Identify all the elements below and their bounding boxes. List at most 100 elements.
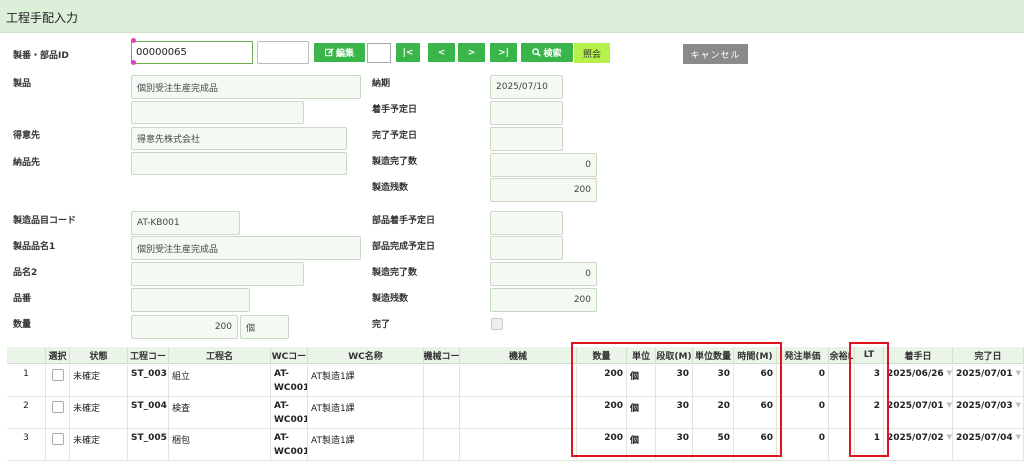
row-price[interactable]: 0 bbox=[777, 365, 829, 397]
mfg-remain-field[interactable]: 200 bbox=[490, 178, 597, 202]
part-start-field[interactable] bbox=[490, 211, 563, 235]
search-button[interactable]: 検索 bbox=[521, 43, 573, 62]
start-plan-field[interactable] bbox=[490, 101, 563, 125]
id-sub-input[interactable] bbox=[257, 41, 309, 64]
row-end-date[interactable]: 2025/07/04 ▼ bbox=[953, 429, 1024, 461]
item-name1-field[interactable]: 個別受注生産完成品 bbox=[131, 236, 361, 260]
mfg-done-field[interactable]: 0 bbox=[490, 153, 597, 177]
row-wc-name[interactable]: AT製造1課 bbox=[308, 365, 424, 397]
part-finish-field[interactable] bbox=[490, 236, 563, 260]
row-machine[interactable] bbox=[460, 365, 577, 397]
row-select-checkbox[interactable] bbox=[51, 433, 64, 445]
row-price[interactable]: 0 bbox=[777, 397, 829, 429]
row-wc-code[interactable]: AT-WC001 bbox=[271, 365, 308, 397]
qty-unit-field[interactable]: 個 bbox=[240, 315, 289, 339]
row-unit[interactable]: 個 bbox=[627, 365, 656, 397]
grid-header-mc-code[interactable]: 機械コー bbox=[424, 347, 460, 364]
row-qty[interactable]: 200 bbox=[577, 365, 627, 397]
grid-header-qty[interactable]: 数量 bbox=[577, 347, 627, 364]
grid-header-select[interactable]: 選択 bbox=[46, 347, 70, 364]
product-field-2[interactable] bbox=[131, 101, 304, 124]
grid-header-unit-qty[interactable]: 単位数量 bbox=[693, 347, 734, 364]
grid-header-setup[interactable]: 段取(M) bbox=[656, 347, 693, 364]
row-wc-name[interactable]: AT製造1課 bbox=[308, 397, 424, 429]
grid-header-wc-name[interactable]: WC名称 bbox=[308, 347, 424, 364]
customer-field[interactable]: 得意先株式会社 bbox=[131, 127, 347, 150]
product-field[interactable]: 個別受注生産完成品 bbox=[131, 75, 361, 99]
row-select-cell[interactable] bbox=[46, 365, 70, 397]
row-end-date[interactable]: 2025/07/03 ▼ bbox=[953, 397, 1024, 429]
grid-header-proc-name[interactable]: 工程名 bbox=[169, 347, 271, 364]
row-start-date[interactable]: 2025/06/26 ▼ bbox=[884, 365, 953, 397]
mfg-done2-field[interactable]: 0 bbox=[490, 262, 597, 286]
row-time[interactable]: 60 bbox=[734, 365, 777, 397]
row-proc-code[interactable]: ST_003 bbox=[128, 365, 169, 397]
row-select-checkbox[interactable] bbox=[51, 401, 64, 413]
row-price[interactable]: 0 bbox=[777, 429, 829, 461]
inquiry-button[interactable]: 照会 bbox=[574, 43, 610, 63]
blank-toggle[interactable] bbox=[367, 43, 391, 63]
row-start-date[interactable]: 2025/07/01 ▼ bbox=[884, 397, 953, 429]
row-unit-qty[interactable]: 50 bbox=[693, 429, 734, 461]
row-setup[interactable]: 30 bbox=[656, 397, 693, 429]
row-unit[interactable]: 個 bbox=[627, 429, 656, 461]
row-unit-qty[interactable]: 30 bbox=[693, 365, 734, 397]
edit-button[interactable]: 編集 bbox=[314, 43, 365, 62]
row-proc-name[interactable]: 梱包 bbox=[169, 429, 271, 461]
row-lt[interactable]: 1 bbox=[855, 429, 884, 461]
row-slack[interactable] bbox=[829, 365, 855, 397]
row-time[interactable]: 60 bbox=[734, 397, 777, 429]
row-time[interactable]: 60 bbox=[734, 429, 777, 461]
row-qty[interactable]: 200 bbox=[577, 429, 627, 461]
row-mc-code[interactable] bbox=[424, 365, 460, 397]
grid-header-price[interactable]: 発注単価 bbox=[777, 347, 829, 364]
grid-header-proc-code[interactable]: 工程コー bbox=[128, 347, 169, 364]
row-wc-code[interactable]: AT-WC001 bbox=[271, 429, 308, 461]
row-lt[interactable]: 3 bbox=[855, 365, 884, 397]
grid-header-machine[interactable]: 機械 bbox=[460, 347, 577, 364]
row-select-checkbox[interactable] bbox=[51, 369, 64, 381]
part-no-field[interactable] bbox=[131, 288, 250, 312]
row-setup[interactable]: 30 bbox=[656, 365, 693, 397]
id-input[interactable]: 00000065 bbox=[131, 41, 253, 64]
last-record-button[interactable]: >| bbox=[490, 43, 517, 62]
first-record-button[interactable]: |< bbox=[396, 43, 420, 62]
row-unit[interactable]: 個 bbox=[627, 397, 656, 429]
grid-header-end[interactable]: 完了日 bbox=[953, 347, 1024, 364]
row-lt[interactable]: 2 bbox=[855, 397, 884, 429]
grid-header-unit[interactable]: 単位 bbox=[627, 347, 656, 364]
grid-header-time[interactable]: 時間(M) bbox=[734, 347, 777, 364]
grid-header-status[interactable]: 状態 bbox=[70, 347, 128, 364]
row-wc-name[interactable]: AT製造1課 bbox=[308, 429, 424, 461]
row-qty[interactable]: 200 bbox=[577, 397, 627, 429]
row-proc-code[interactable]: ST_005 bbox=[128, 429, 169, 461]
grid-header-wc-code[interactable]: WCコー bbox=[271, 347, 308, 364]
row-mc-code[interactable] bbox=[424, 397, 460, 429]
row-machine[interactable] bbox=[460, 397, 577, 429]
row-unit-qty[interactable]: 20 bbox=[693, 397, 734, 429]
row-mc-code[interactable] bbox=[424, 429, 460, 461]
row-proc-name[interactable]: 組立 bbox=[169, 365, 271, 397]
row-setup[interactable]: 30 bbox=[656, 429, 693, 461]
row-machine[interactable] bbox=[460, 429, 577, 461]
grid-header-start[interactable]: 着手日 bbox=[884, 347, 953, 364]
mfg-remain2-field[interactable]: 200 bbox=[490, 288, 597, 312]
row-end-date[interactable]: 2025/07/01 ▼ bbox=[953, 365, 1024, 397]
grid-header-slack[interactable]: 余裕L bbox=[829, 347, 855, 364]
row-select-cell[interactable] bbox=[46, 429, 70, 461]
row-slack[interactable] bbox=[829, 429, 855, 461]
row-start-date[interactable]: 2025/07/02 ▼ bbox=[884, 429, 953, 461]
due-date-field[interactable]: 2025/07/10 bbox=[490, 75, 563, 99]
row-slack[interactable] bbox=[829, 397, 855, 429]
item-code-field[interactable]: AT-KB001 bbox=[131, 211, 240, 235]
item-name2-field[interactable] bbox=[131, 262, 304, 286]
row-proc-name[interactable]: 検査 bbox=[169, 397, 271, 429]
grid-header-lt[interactable]: LT bbox=[855, 347, 884, 364]
row-wc-code[interactable]: AT-WC001 bbox=[271, 397, 308, 429]
delivery-field[interactable] bbox=[131, 152, 347, 175]
finish-plan-field[interactable] bbox=[490, 127, 563, 151]
cancel-button[interactable]: キャンセル bbox=[683, 44, 748, 64]
qty-field[interactable]: 200 bbox=[131, 315, 238, 339]
row-select-cell[interactable] bbox=[46, 397, 70, 429]
prev-record-button[interactable]: < bbox=[428, 43, 455, 62]
